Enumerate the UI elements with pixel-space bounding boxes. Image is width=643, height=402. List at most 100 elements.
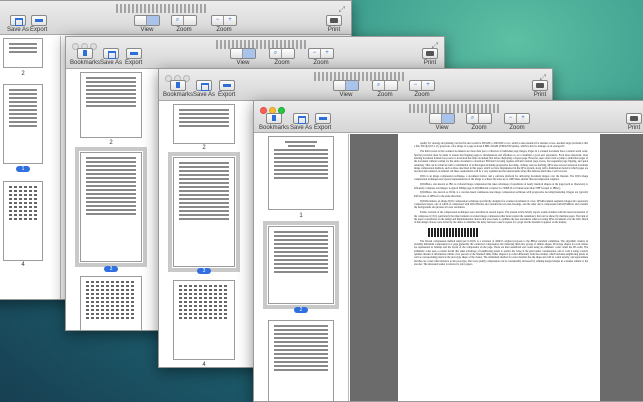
view-control[interactable]: View xyxy=(134,15,160,34)
section-heading-graphic xyxy=(428,227,478,237)
bookmarks-button[interactable]: Bookmarks xyxy=(70,48,100,67)
zoom-control[interactable]: − + Zoom xyxy=(409,80,435,99)
zoom-fit-icon[interactable]: ⌕ xyxy=(172,16,184,25)
document-viewer[interactable]: quality for viewing and printing, but th… xyxy=(350,134,643,401)
page-thumbnail[interactable] xyxy=(3,38,43,68)
save-as-button[interactable]: Save As xyxy=(7,15,29,34)
save-as-button[interactable]: Save As xyxy=(290,113,312,132)
export-button[interactable]: Export xyxy=(218,80,235,99)
preview-window-front: Bookmarks Save As Export View ⌕ Zoom − + Zo… xyxy=(253,100,643,402)
view-control[interactable]: View xyxy=(429,113,455,132)
paragraph: DjVu is an image compression technique, … xyxy=(414,175,588,182)
toolbar: ⤢ Save As Export View ⌕ Zoom − + Zoom Print xyxy=(0,1,351,35)
page-label: 2 xyxy=(21,71,25,77)
zoom-in-icon[interactable]: + xyxy=(321,49,333,58)
single-page-icon[interactable] xyxy=(231,49,243,58)
zoom-fit-icon[interactable]: ⌕ xyxy=(467,114,479,123)
zoom-in-icon[interactable]: + xyxy=(422,81,434,90)
zoom-fit-control[interactable]: ⌕ Zoom xyxy=(269,48,295,67)
zoom-width-icon[interactable] xyxy=(479,114,491,123)
export-icon xyxy=(125,48,142,59)
save-icon xyxy=(103,48,119,59)
page-thumbnail[interactable] xyxy=(80,72,142,138)
page-label: 4 xyxy=(21,262,25,268)
zoom-in-icon[interactable]: + xyxy=(517,114,529,123)
thumbnail-view-icon[interactable] xyxy=(346,81,358,90)
thumbnail-view-icon[interactable] xyxy=(147,16,159,25)
bookmark-icon xyxy=(170,80,186,91)
page-badge: 2 xyxy=(294,307,308,313)
print-icon xyxy=(326,15,342,26)
paragraph: Earlier versions of the compression tech… xyxy=(414,211,588,225)
thumbnail-sidebar: 2 1 4 xyxy=(0,36,61,299)
paragraph: DjVuPhoto, also known as IW44, is a wave… xyxy=(414,191,588,198)
single-page-icon[interactable] xyxy=(334,81,346,90)
print-button[interactable]: Print xyxy=(326,15,342,34)
bookmarks-button[interactable]: Bookmarks xyxy=(259,113,289,132)
zoom-control[interactable]: − + Zoom xyxy=(211,15,237,34)
zoom-out-icon[interactable]: − xyxy=(410,81,422,90)
zoom-out-icon[interactable]: − xyxy=(212,16,224,25)
page-thumbnail[interactable] xyxy=(173,280,235,360)
thumbnail-view-icon[interactable] xyxy=(442,114,454,123)
page-thumbnail[interactable] xyxy=(80,276,142,330)
save-as-button[interactable]: Save As xyxy=(100,48,122,67)
page-thumbnail-selected[interactable] xyxy=(263,221,339,309)
page-thumbnail[interactable] xyxy=(268,136,334,210)
thumbnail-sidebar[interactable]: 1 2 xyxy=(254,134,349,401)
window-title xyxy=(116,4,206,13)
save-as-button[interactable]: Save As xyxy=(193,80,215,99)
bookmark-icon xyxy=(77,48,93,59)
export-icon xyxy=(218,80,235,91)
print-icon xyxy=(626,113,642,124)
zoom-fit-icon[interactable]: ⌕ xyxy=(270,49,282,58)
single-page-icon[interactable] xyxy=(430,114,442,123)
print-button[interactable]: Print xyxy=(626,113,642,132)
print-button[interactable]: Print xyxy=(422,48,438,67)
page-badge: 3 xyxy=(104,266,118,272)
thumbnail-view-icon[interactable] xyxy=(243,49,255,58)
page-thumbnail[interactable] xyxy=(3,84,43,164)
page-thumbnail[interactable] xyxy=(268,320,334,401)
export-icon xyxy=(30,15,47,26)
view-control[interactable]: View xyxy=(230,48,256,67)
toolbar: ⤢ Bookmarks Save As Export View ⌕ Zoom − +… xyxy=(159,69,552,101)
page-badge: 1 xyxy=(16,166,30,172)
toolbar: ⤢ Bookmarks Save As Export View ⌕ Zoom − +… xyxy=(66,37,444,69)
document-page[interactable]: quality for viewing and printing, but th… xyxy=(398,134,600,401)
zoom-fit-control[interactable]: ⌕ Zoom xyxy=(171,15,197,34)
page-thumbnail-selected[interactable] xyxy=(168,152,240,272)
print-button[interactable]: Print xyxy=(532,80,548,99)
zoom-fit-icon[interactable]: ⌕ xyxy=(373,81,385,90)
view-control[interactable]: View xyxy=(333,80,359,99)
single-page-icon[interactable] xyxy=(135,16,147,25)
zoom-width-icon[interactable] xyxy=(385,81,397,90)
export-button[interactable]: Export xyxy=(30,15,47,34)
page-label: 1 xyxy=(299,213,303,219)
page-thumbnail-selected[interactable] xyxy=(75,147,147,267)
export-button[interactable]: Export xyxy=(314,113,331,132)
save-icon xyxy=(10,15,26,26)
zoom-control[interactable]: − + Zoom xyxy=(504,113,530,132)
zoom-width-icon[interactable] xyxy=(282,49,294,58)
zoom-fit-control[interactable]: ⌕ Zoom xyxy=(466,113,492,132)
page-label: 2 xyxy=(109,140,113,146)
thumbnail-sidebar: 2 3 4 xyxy=(66,70,161,330)
zoom-width-icon[interactable] xyxy=(184,16,196,25)
page-label: 2 xyxy=(202,145,206,151)
bookmarks-button[interactable]: Bookmarks xyxy=(163,80,193,99)
zoom-out-icon[interactable]: − xyxy=(505,114,517,123)
page-thumbnail[interactable] xyxy=(173,104,235,144)
zoom-fit-control[interactable]: ⌕ Zoom xyxy=(372,80,398,99)
paragraph: quality for viewing and printing, but th… xyxy=(414,142,588,149)
zoom-out-icon[interactable]: − xyxy=(309,49,321,58)
page-badge: 3 xyxy=(197,268,211,274)
paragraph: DjVuDocument, an image DjVu compression … xyxy=(414,199,588,210)
export-button[interactable]: Export xyxy=(125,48,142,67)
zoom-in-icon[interactable]: + xyxy=(224,16,236,25)
fullscreen-icon[interactable]: ⤢ xyxy=(339,5,345,15)
bookmark-icon xyxy=(266,113,282,124)
toolbar: Bookmarks Save As Export View ⌕ Zoom − + Zo… xyxy=(254,101,643,133)
page-thumbnail[interactable] xyxy=(3,181,43,261)
zoom-control[interactable]: − + Zoom xyxy=(308,48,334,67)
